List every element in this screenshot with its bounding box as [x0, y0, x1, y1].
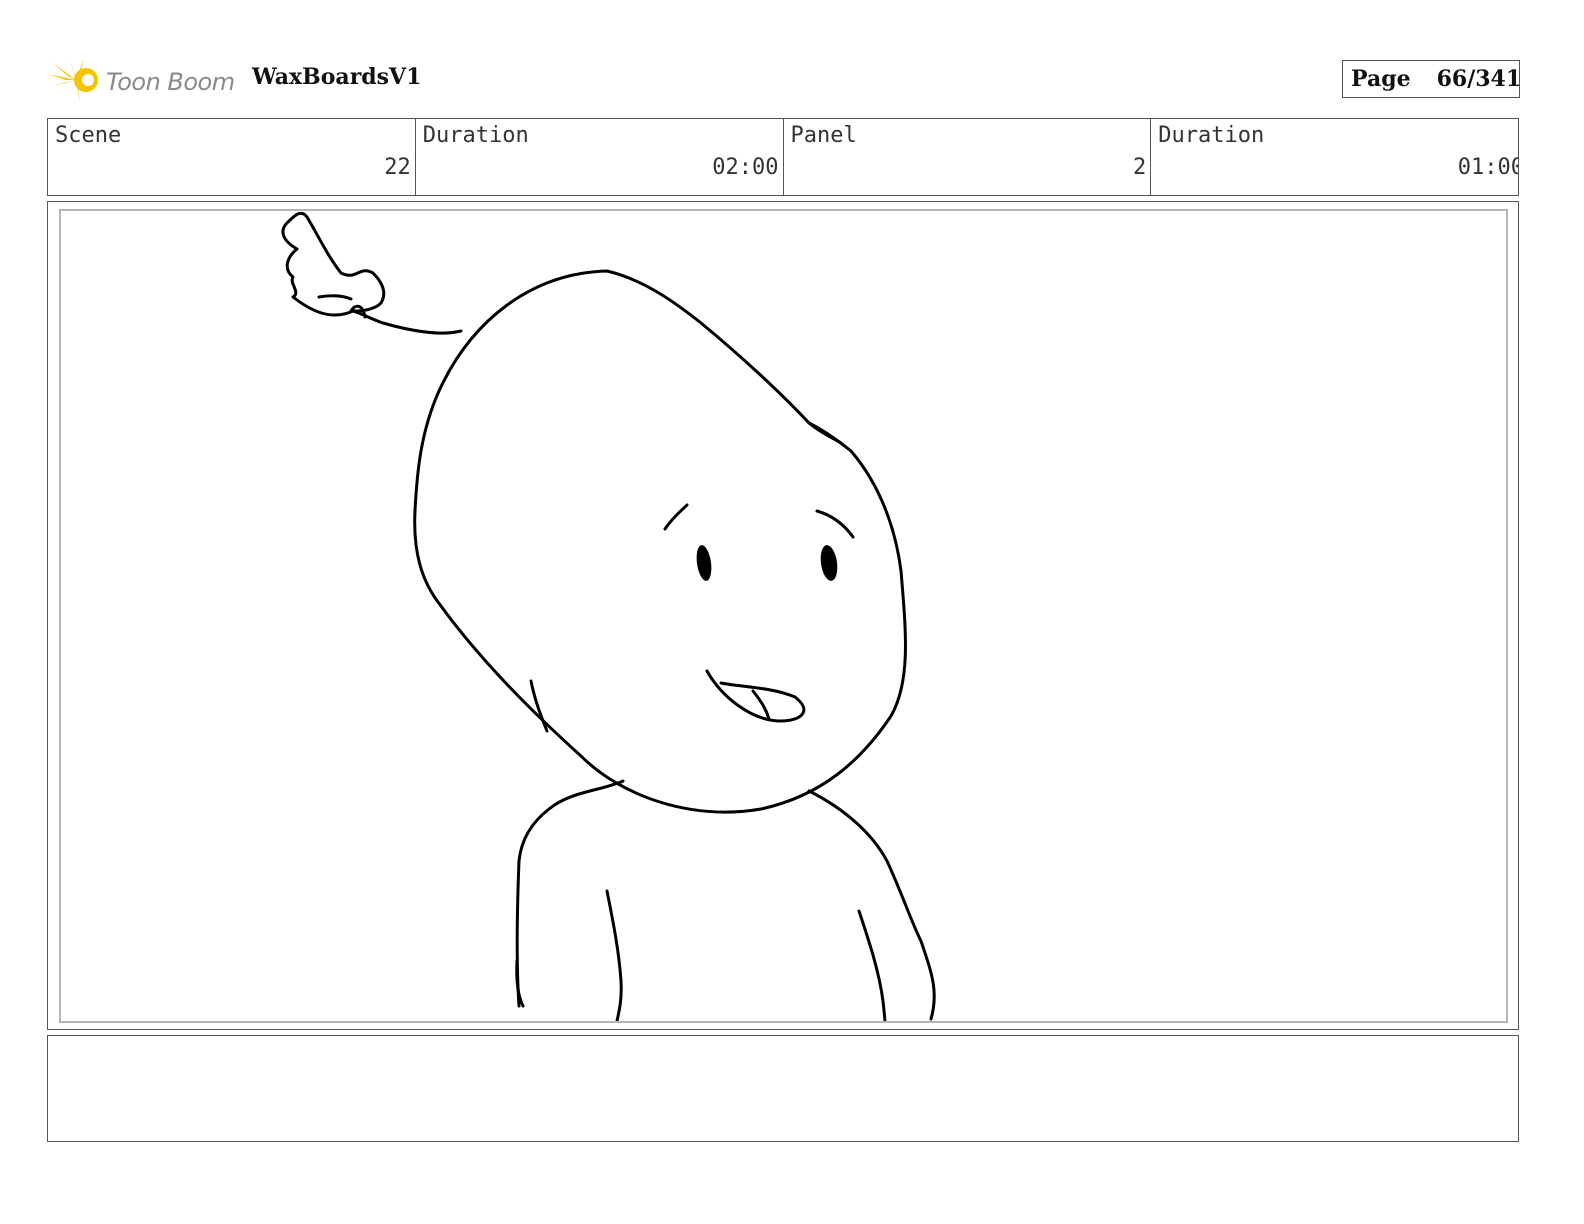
eye-left: [696, 545, 712, 581]
page-indicator: Page 66/341: [1342, 60, 1522, 98]
scene-value: 22: [384, 155, 411, 180]
scene-cell: Scene 22: [48, 119, 416, 195]
hair-stem: [351, 309, 463, 335]
cheek-line: [529, 679, 549, 733]
page-number: 66/341: [1436, 66, 1522, 92]
brow-left: [663, 503, 689, 531]
scene-duration-cell: Duration 02:00: [416, 119, 784, 195]
panel-duration-label: Duration: [1158, 123, 1265, 148]
panel-value: 2: [1133, 155, 1147, 180]
panel-info-row: Scene 22 Duration 02:00 Panel 2 Duration…: [47, 118, 1519, 196]
panel-label: Panel: [790, 123, 857, 148]
arm-left: [605, 889, 623, 1021]
scene-duration-value: 02:00: [712, 155, 779, 180]
eye-right: [820, 545, 838, 581]
notes-box: [47, 1035, 1519, 1142]
neck-right: [807, 789, 936, 1021]
page-header: Toon Boom WaxBoardsV1 Page 66/341: [48, 52, 1522, 108]
head-top-back: [807, 421, 843, 445]
storyboard-panel: [47, 201, 1519, 1030]
hair-tuft: [281, 211, 386, 317]
character-sketch: [281, 211, 936, 1021]
logo-text: Toon Boom: [106, 68, 235, 96]
project-title: WaxBoardsV1: [252, 64, 422, 90]
panel-duration-cell: Duration 01:00: [1151, 119, 1518, 195]
scene-label: Scene: [55, 123, 122, 148]
panel-drawing-area: [59, 209, 1508, 1023]
arm-right: [857, 909, 887, 1021]
panel-cell: Panel 2: [784, 119, 1152, 195]
brow-right: [815, 509, 855, 539]
panel-duration-value: 01:00: [1457, 155, 1518, 180]
page-label: Page: [1351, 66, 1411, 92]
head-outline: [413, 269, 907, 814]
scene-duration-label: Duration: [422, 123, 529, 148]
toon-boom-logo: Toon Boom: [48, 56, 238, 106]
toon-boom-logo-icon: [48, 58, 98, 102]
hair-stroke-1: [317, 294, 353, 301]
